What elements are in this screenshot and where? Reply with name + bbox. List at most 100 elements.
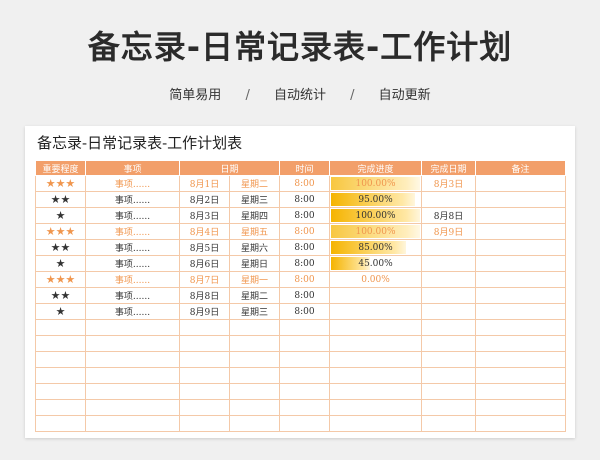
table-row[interactable]: ★★★ 事项...... 8月4日 星期五 8:00 100.00% 8月9日	[35, 223, 567, 240]
empty-cell[interactable]	[35, 351, 86, 368]
empty-cell[interactable]	[279, 383, 331, 400]
done-date-cell[interactable]	[421, 303, 477, 320]
empty-cell[interactable]	[179, 399, 230, 416]
empty-row[interactable]	[35, 335, 567, 352]
importance-stars[interactable]: ★★★	[35, 223, 86, 240]
weekday-cell[interactable]: 星期二	[228, 175, 281, 192]
weekday-cell[interactable]: 星期一	[228, 271, 281, 288]
done-date-cell[interactable]	[421, 191, 477, 208]
note-cell[interactable]	[475, 303, 567, 320]
note-cell[interactable]	[475, 175, 567, 192]
done-date-cell[interactable]: 8月8日	[421, 207, 477, 224]
time-cell[interactable]: 8:00	[279, 303, 331, 320]
time-cell[interactable]: 8:00	[279, 239, 331, 256]
empty-cell[interactable]	[421, 399, 477, 416]
weekday-cell[interactable]: 星期六	[228, 239, 281, 256]
empty-row[interactable]	[35, 415, 567, 432]
table-row[interactable]: ★★★ 事项...... 8月7日 星期一 8:00 0.00%	[35, 271, 567, 288]
empty-cell[interactable]	[85, 383, 180, 400]
empty-cell[interactable]	[85, 319, 180, 336]
empty-cell[interactable]	[279, 335, 331, 352]
date-cell[interactable]: 8月6日	[179, 255, 230, 272]
empty-cell[interactable]	[421, 351, 477, 368]
header-item[interactable]: 事项	[85, 160, 180, 176]
empty-row[interactable]	[35, 367, 567, 384]
time-cell[interactable]: 8:00	[279, 255, 331, 272]
progress-cell[interactable]: 100.00%	[329, 175, 423, 192]
empty-cell[interactable]	[85, 399, 180, 416]
empty-cell[interactable]	[228, 319, 281, 336]
header-note[interactable]: 备注	[475, 160, 567, 176]
empty-row[interactable]	[35, 399, 567, 416]
empty-cell[interactable]	[35, 415, 86, 432]
item-cell[interactable]: 事项......	[85, 207, 180, 224]
empty-cell[interactable]	[279, 319, 331, 336]
time-cell[interactable]: 8:00	[279, 191, 331, 208]
empty-cell[interactable]	[421, 367, 477, 384]
date-cell[interactable]: 8月9日	[179, 303, 230, 320]
done-date-cell[interactable]: 8月9日	[421, 223, 477, 240]
table-row[interactable]: ★ 事项...... 8月3日 星期四 8:00 100.00% 8月8日	[35, 207, 567, 224]
time-cell[interactable]: 8:00	[279, 207, 331, 224]
table-row[interactable]: ★★ 事项...... 8月5日 星期六 8:00 85.00%	[35, 239, 567, 256]
importance-stars[interactable]: ★	[35, 303, 86, 320]
progress-cell[interactable]	[329, 303, 423, 320]
empty-cell[interactable]	[85, 335, 180, 352]
empty-cell[interactable]	[179, 319, 230, 336]
empty-cell[interactable]	[35, 367, 86, 384]
table-row[interactable]: ★★ 事项...... 8月8日 星期二 8:00	[35, 287, 567, 304]
note-cell[interactable]	[475, 191, 567, 208]
empty-cell[interactable]	[279, 351, 331, 368]
importance-stars[interactable]: ★	[35, 255, 86, 272]
empty-cell[interactable]	[179, 335, 230, 352]
header-time[interactable]: 时间	[279, 160, 331, 176]
date-cell[interactable]: 8月1日	[179, 175, 230, 192]
time-cell[interactable]: 8:00	[279, 175, 331, 192]
header-done-date[interactable]: 完成日期	[421, 160, 477, 176]
weekday-cell[interactable]: 星期二	[228, 287, 281, 304]
empty-cell[interactable]	[228, 415, 281, 432]
empty-cell[interactable]	[228, 351, 281, 368]
done-date-cell[interactable]: 8月3日	[421, 175, 477, 192]
note-cell[interactable]	[475, 207, 567, 224]
empty-cell[interactable]	[421, 319, 477, 336]
empty-cell[interactable]	[329, 399, 423, 416]
done-date-cell[interactable]	[421, 255, 477, 272]
table-row[interactable]: ★ 事项...... 8月6日 星期日 8:00 45.00%	[35, 255, 567, 272]
empty-cell[interactable]	[35, 335, 86, 352]
item-cell[interactable]: 事项......	[85, 239, 180, 256]
empty-cell[interactable]	[329, 383, 423, 400]
empty-cell[interactable]	[85, 351, 180, 368]
empty-cell[interactable]	[35, 399, 86, 416]
empty-cell[interactable]	[279, 399, 331, 416]
importance-stars[interactable]: ★★★	[35, 175, 86, 192]
empty-cell[interactable]	[179, 367, 230, 384]
item-cell[interactable]: 事项......	[85, 255, 180, 272]
note-cell[interactable]	[475, 239, 567, 256]
date-cell[interactable]: 8月3日	[179, 207, 230, 224]
empty-cell[interactable]	[329, 415, 423, 432]
empty-cell[interactable]	[421, 415, 477, 432]
empty-cell[interactable]	[329, 335, 423, 352]
done-date-cell[interactable]	[421, 271, 477, 288]
note-cell[interactable]	[475, 223, 567, 240]
weekday-cell[interactable]: 星期五	[228, 223, 281, 240]
time-cell[interactable]: 8:00	[279, 287, 331, 304]
table-row[interactable]: ★★★ 事项...... 8月1日 星期二 8:00 100.00% 8月3日	[35, 175, 567, 192]
importance-stars[interactable]: ★★	[35, 191, 86, 208]
empty-cell[interactable]	[475, 367, 567, 384]
done-date-cell[interactable]	[421, 287, 477, 304]
date-cell[interactable]: 8月2日	[179, 191, 230, 208]
importance-stars[interactable]: ★★	[35, 287, 86, 304]
item-cell[interactable]: 事项......	[85, 303, 180, 320]
item-cell[interactable]: 事项......	[85, 271, 180, 288]
empty-cell[interactable]	[228, 367, 281, 384]
empty-cell[interactable]	[475, 335, 567, 352]
item-cell[interactable]: 事项......	[85, 191, 180, 208]
empty-cell[interactable]	[179, 383, 230, 400]
date-cell[interactable]: 8月4日	[179, 223, 230, 240]
importance-stars[interactable]: ★★★	[35, 271, 86, 288]
weekday-cell[interactable]: 星期日	[228, 255, 281, 272]
empty-cell[interactable]	[329, 351, 423, 368]
empty-cell[interactable]	[421, 383, 477, 400]
